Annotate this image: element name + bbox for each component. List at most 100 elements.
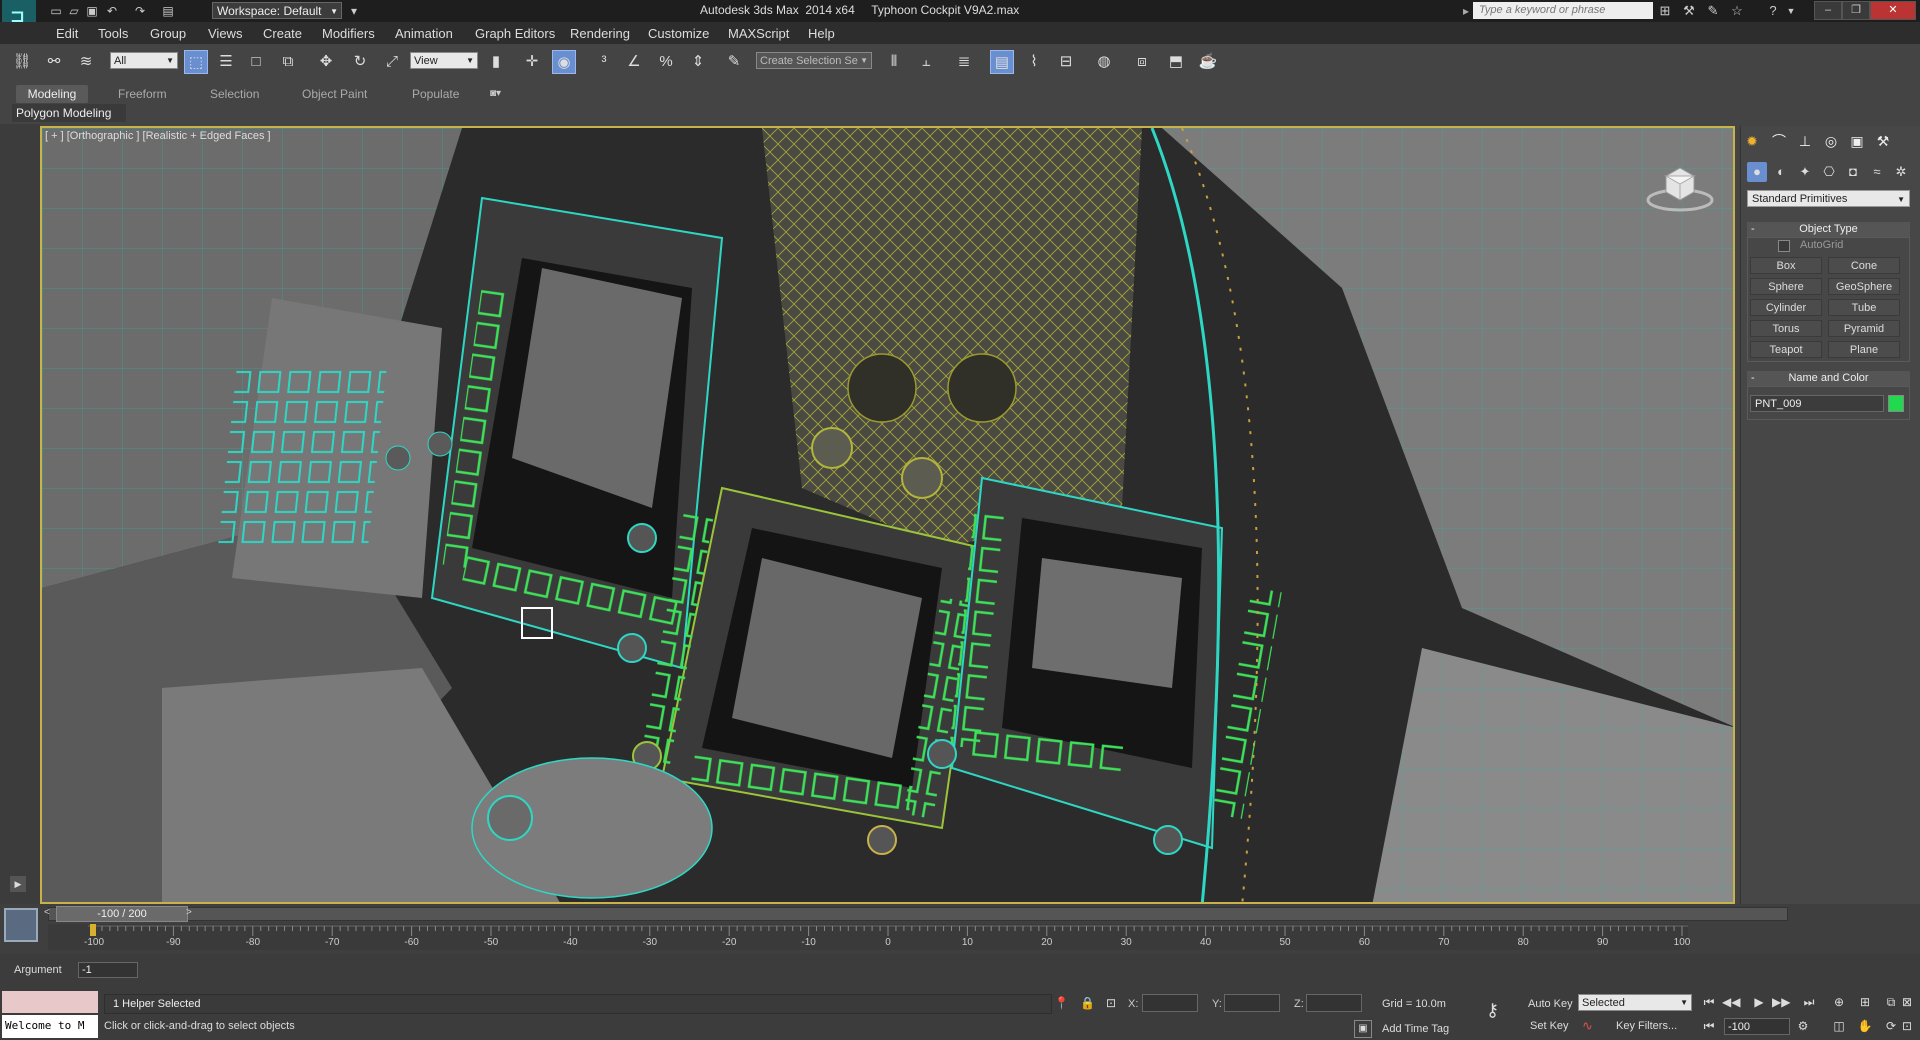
viewcube[interactable]: [1646, 162, 1714, 214]
subscription-icon[interactable]: ⚒: [1680, 2, 1698, 20]
modify-tab-icon[interactable]: ⌒: [1768, 130, 1790, 152]
autogrid-checkbox[interactable]: [1778, 240, 1790, 252]
selection-filter-dropdown[interactable]: All ▼: [110, 52, 178, 69]
auto-key-button[interactable]: Auto Key: [1528, 998, 1573, 1010]
slider-prev-icon[interactable]: <: [44, 907, 50, 918]
search-input[interactable]: Type a keyword or phrase: [1473, 2, 1653, 19]
align-icon[interactable]: ⫠: [914, 50, 938, 74]
next-frame-icon[interactable]: ▶▶: [1772, 993, 1790, 1011]
pan-view-icon[interactable]: ✋: [1856, 1017, 1874, 1035]
select-and-rotate-icon[interactable]: ↻: [348, 50, 372, 74]
play-icon[interactable]: ▶: [1750, 993, 1768, 1011]
new-file-icon[interactable]: ▭: [48, 3, 64, 19]
systems-icon[interactable]: ✲: [1891, 162, 1911, 182]
pivot-center-icon[interactable]: ▮: [484, 50, 508, 74]
edit-named-selection-icon[interactable]: ✎: [722, 50, 746, 74]
isolate-selection-icon[interactable]: 📍: [1054, 996, 1069, 1010]
menu-graph-editors[interactable]: Graph Editors: [475, 26, 555, 41]
layer-manager-icon[interactable]: ≣: [952, 50, 976, 74]
helpers-icon[interactable]: ◘: [1843, 162, 1863, 182]
utilities-tab-icon[interactable]: ⚒: [1872, 130, 1894, 152]
menu-customize[interactable]: Customize: [648, 26, 709, 41]
maximize-button[interactable]: ❐: [1842, 1, 1870, 20]
menu-tools[interactable]: Tools: [98, 26, 128, 41]
lights-icon[interactable]: ✦: [1795, 162, 1815, 182]
current-frame-field[interactable]: -100: [1724, 1018, 1790, 1035]
go-to-end-icon[interactable]: ⏭: [1800, 993, 1818, 1011]
redo-icon[interactable]: ↷: [132, 3, 148, 19]
add-time-tag-icon[interactable]: ▣: [1354, 1020, 1372, 1038]
field-of-view-icon[interactable]: ◫: [1830, 1017, 1848, 1035]
undo-icon[interactable]: ↶: [104, 3, 120, 19]
workspace-dropdown[interactable]: Workspace: Default ▼: [212, 2, 342, 19]
add-time-tag-label[interactable]: Add Time Tag: [1382, 1023, 1449, 1035]
zoom-icon[interactable]: ⊕: [1830, 993, 1848, 1011]
menu-group[interactable]: Group: [150, 26, 186, 41]
shapes-icon[interactable]: ◐: [1771, 162, 1791, 182]
reference-coordinate-dropdown[interactable]: View ▼: [410, 52, 478, 69]
angle-snap-icon[interactable]: ∠: [622, 50, 646, 74]
display-tab-icon[interactable]: ▣: [1846, 130, 1868, 152]
tab-object-paint[interactable]: Object Paint: [302, 87, 367, 101]
named-selection-set-dropdown[interactable]: Create Selection Se ▼: [756, 52, 872, 69]
set-key-mode-key-icon[interactable]: ⚷: [1486, 1000, 1499, 1021]
plane-button[interactable]: Plane: [1828, 341, 1900, 358]
hierarchy-tab-icon[interactable]: ⊥: [1794, 130, 1816, 152]
select-and-link-icon[interactable]: ⛓: [10, 50, 34, 74]
maximize-viewport-icon[interactable]: ⊡: [1898, 1017, 1916, 1035]
select-by-name-icon[interactable]: ☰: [214, 50, 238, 74]
tube-button[interactable]: Tube: [1828, 299, 1900, 316]
key-curve-icon[interactable]: ∿: [1582, 1018, 1593, 1034]
schematic-view-icon[interactable]: ⊟: [1054, 50, 1078, 74]
key-mode-toggle-icon[interactable]: ⏮: [1700, 1017, 1718, 1035]
window-crossing-icon[interactable]: ⧉: [276, 50, 300, 74]
communication-icon[interactable]: ✎: [1704, 2, 1722, 20]
binoculars-icon[interactable]: ⊞: [1656, 2, 1674, 20]
expand-layout-icon[interactable]: ▶: [10, 876, 26, 892]
favorites-star-icon[interactable]: ☆: [1728, 2, 1746, 20]
select-object-icon[interactable]: ⬚: [184, 50, 208, 74]
material-editor-icon[interactable]: ◍: [1092, 50, 1116, 74]
cylinder-button[interactable]: Cylinder: [1750, 299, 1822, 316]
object-type-rollout[interactable]: - Object Type: [1747, 222, 1910, 237]
bind-space-warp-icon[interactable]: ≋: [74, 50, 98, 74]
y-coordinate-field[interactable]: [1224, 994, 1280, 1012]
menu-animation[interactable]: Animation: [395, 26, 453, 41]
menu-rendering[interactable]: Rendering: [570, 26, 630, 41]
close-button[interactable]: ✕: [1870, 1, 1916, 20]
cone-button[interactable]: Cone: [1828, 257, 1900, 274]
object-color-swatch[interactable]: [1888, 395, 1904, 412]
create-tab-icon[interactable]: ✹: [1741, 130, 1763, 152]
spinner-snap-icon[interactable]: ⇕: [686, 50, 710, 74]
tab-populate[interactable]: Populate: [412, 87, 459, 101]
mirror-icon[interactable]: ⫴: [882, 50, 906, 74]
help-icon[interactable]: ?: [1764, 2, 1782, 20]
time-slider-handle[interactable]: -100 / 200: [56, 906, 188, 922]
render-production-icon[interactable]: ☕: [1196, 50, 1220, 74]
minimize-button[interactable]: –: [1814, 1, 1842, 20]
motion-tab-icon[interactable]: ◎: [1820, 130, 1842, 152]
rectangular-selection-icon[interactable]: □: [244, 50, 268, 74]
project-folder-icon[interactable]: ▤: [160, 3, 176, 19]
absolute-mode-icon[interactable]: ⊡: [1106, 996, 1116, 1010]
open-file-icon[interactable]: ▱: [66, 3, 82, 19]
menu-modifiers[interactable]: Modifiers: [322, 26, 375, 41]
ribbon-panel-title[interactable]: Polygon Modeling: [12, 104, 126, 122]
graphite-ribbon-icon[interactable]: ▤: [990, 50, 1014, 74]
primitive-category-dropdown[interactable]: Standard Primitives ▼: [1747, 190, 1910, 207]
search-expand-icon[interactable]: ▸: [1458, 3, 1474, 19]
key-filters-button[interactable]: Key Filters...: [1616, 1020, 1677, 1032]
argument-field[interactable]: -1: [78, 962, 138, 978]
menu-views[interactable]: Views: [208, 26, 242, 41]
select-and-move-icon[interactable]: ✥: [314, 50, 338, 74]
object-name-field[interactable]: PNT_009: [1750, 395, 1884, 412]
z-coordinate-field[interactable]: [1306, 994, 1362, 1012]
sphere-button[interactable]: Sphere: [1750, 278, 1822, 295]
time-configuration-icon[interactable]: ⚙: [1794, 1017, 1812, 1035]
time-slider-track[interactable]: [48, 907, 1788, 921]
rendered-frame-window-icon[interactable]: ⬒: [1164, 50, 1188, 74]
menu-help[interactable]: Help: [808, 26, 835, 41]
geometry-icon[interactable]: ●: [1747, 162, 1767, 182]
select-manipulate-icon[interactable]: ✛: [520, 50, 544, 74]
curve-editor-icon[interactable]: ⌇: [1022, 50, 1046, 74]
